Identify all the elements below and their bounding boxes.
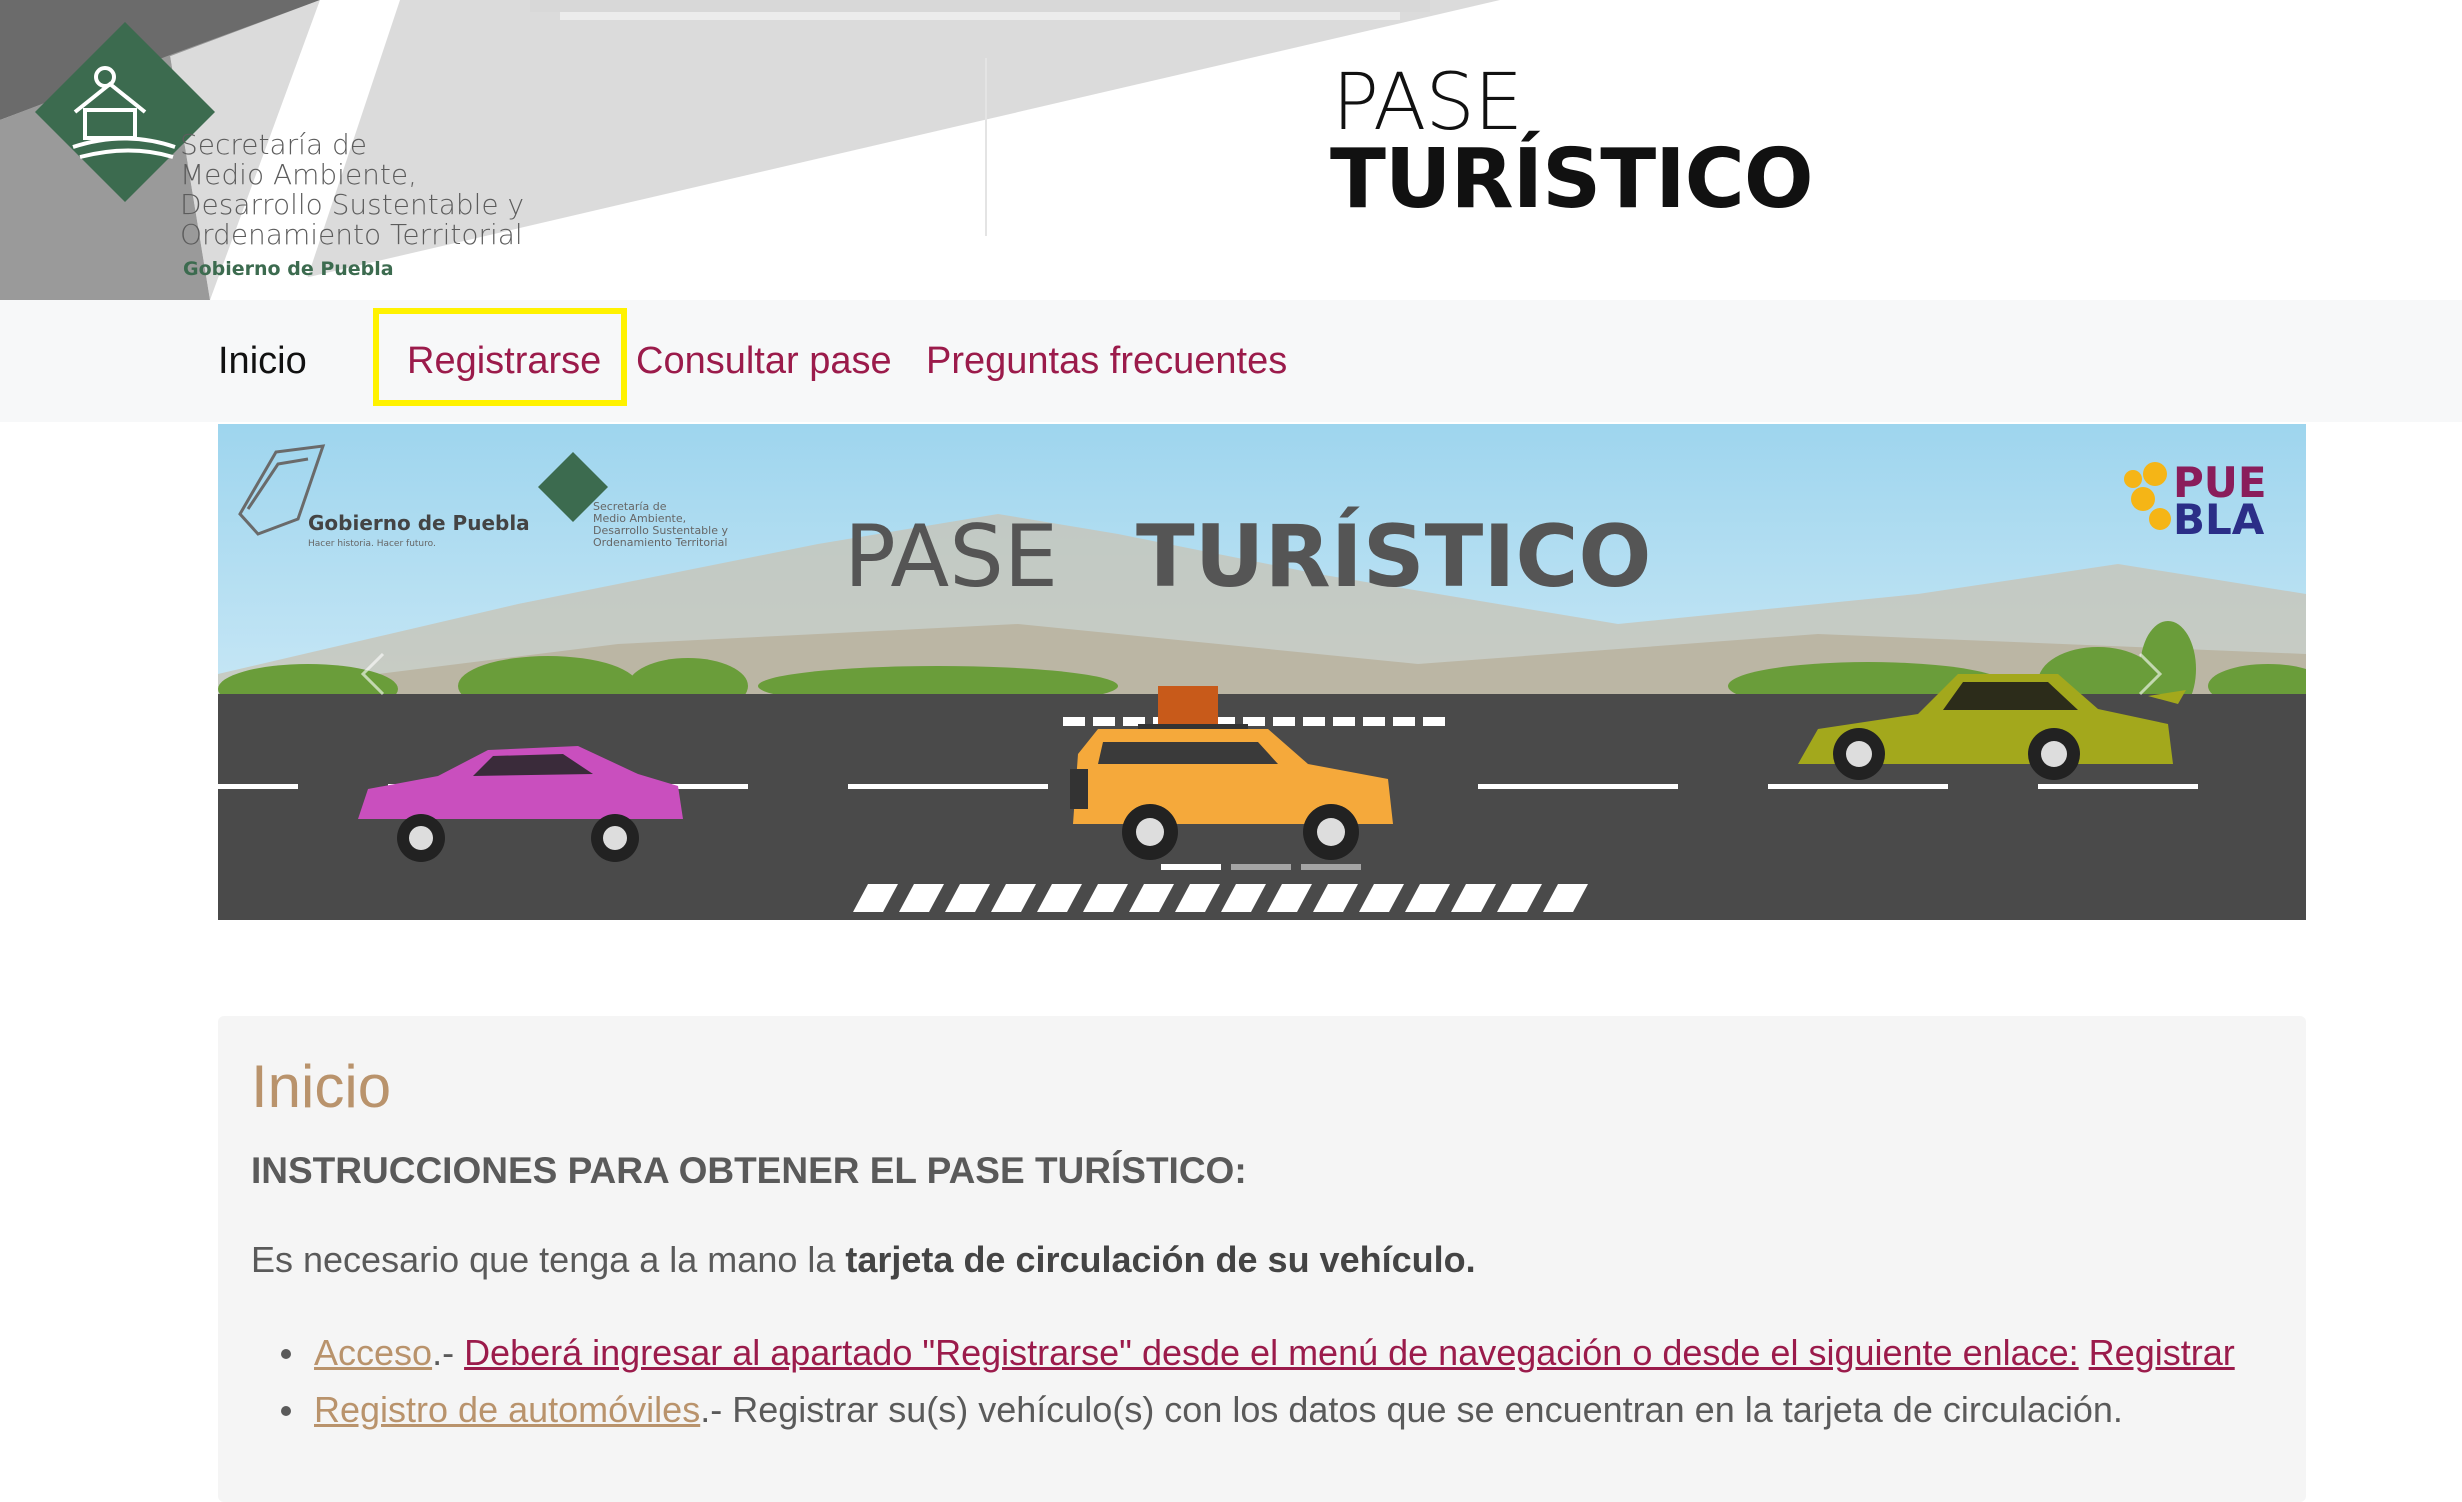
carousel-indicator-1[interactable] — [1161, 854, 1221, 880]
banner-title-bold: TURÍSTICO — [1136, 506, 1652, 607]
carousel-indicator-3[interactable] — [1301, 854, 1361, 880]
nav-consultar-pase[interactable]: Consultar pase — [636, 338, 892, 384]
list-item: Acceso.- Deberá ingresar al apartado "Re… — [251, 1324, 2273, 1381]
secretaria-name: Secretaría de Medio Ambiente, Desarrollo… — [180, 128, 525, 251]
step-registro-automoviles-link[interactable]: Registro de automóviles — [314, 1389, 700, 1430]
hero-carousel: Gobierno de Puebla Hacer historia. Hacer… — [218, 424, 2306, 920]
list-item: Registro de automóviles.- Registrar su(s… — [251, 1381, 2273, 1438]
nav-inicio[interactable]: Inicio — [218, 338, 307, 384]
carousel-indicator-2[interactable] — [1231, 854, 1291, 880]
puebla-logo-line2: BLA — [2173, 495, 2265, 544]
banner-sec-4: Ordenamiento Territorial — [593, 536, 727, 549]
carousel-prev-button[interactable] — [338, 624, 408, 724]
gobierno-label: Gobierno de Puebla — [183, 258, 394, 280]
nav-preguntas-frecuentes[interactable]: Preguntas frecuentes — [926, 338, 1287, 384]
step-acceso-link[interactable]: Acceso — [314, 1332, 432, 1373]
registrarse-instruction-link[interactable]: Deberá ingresar al apartado "Registrarse… — [464, 1332, 2079, 1373]
instructions-panel: Inicio INSTRUCCIONES PARA OBTENER EL PAS… — [218, 1016, 2306, 1502]
page-title-line2: TURÍSTICO — [1330, 132, 1814, 227]
site-header: Secretaría de Medio Ambiente, Desarrollo… — [0, 0, 2462, 300]
banner-gobierno-tagline: Hacer historia. Hacer futuro. — [308, 539, 436, 549]
banner-title-light: PASE — [844, 507, 1058, 607]
carousel-next-button[interactable] — [2116, 624, 2186, 724]
intro-paragraph: Es necesario que tenga a la mano la tarj… — [251, 1239, 1476, 1280]
header-divider — [985, 58, 987, 236]
registrar-link[interactable]: Registrar — [2089, 1332, 2235, 1373]
section-title: Inicio — [251, 1053, 392, 1120]
banner-gobierno: Gobierno de Puebla — [308, 511, 530, 535]
nav-registrarse[interactable]: Registrarse — [407, 338, 601, 384]
carousel-slide: Gobierno de Puebla Hacer historia. Hacer… — [218, 424, 2306, 920]
instructions-heading: INSTRUCCIONES PARA OBTENER EL PASE TURÍS… — [251, 1150, 1247, 1191]
main-nav: Inicio Registrarse Consultar pase Pregun… — [0, 300, 2462, 422]
steps-list: Acceso.- Deberá ingresar al apartado "Re… — [251, 1324, 2273, 1438]
